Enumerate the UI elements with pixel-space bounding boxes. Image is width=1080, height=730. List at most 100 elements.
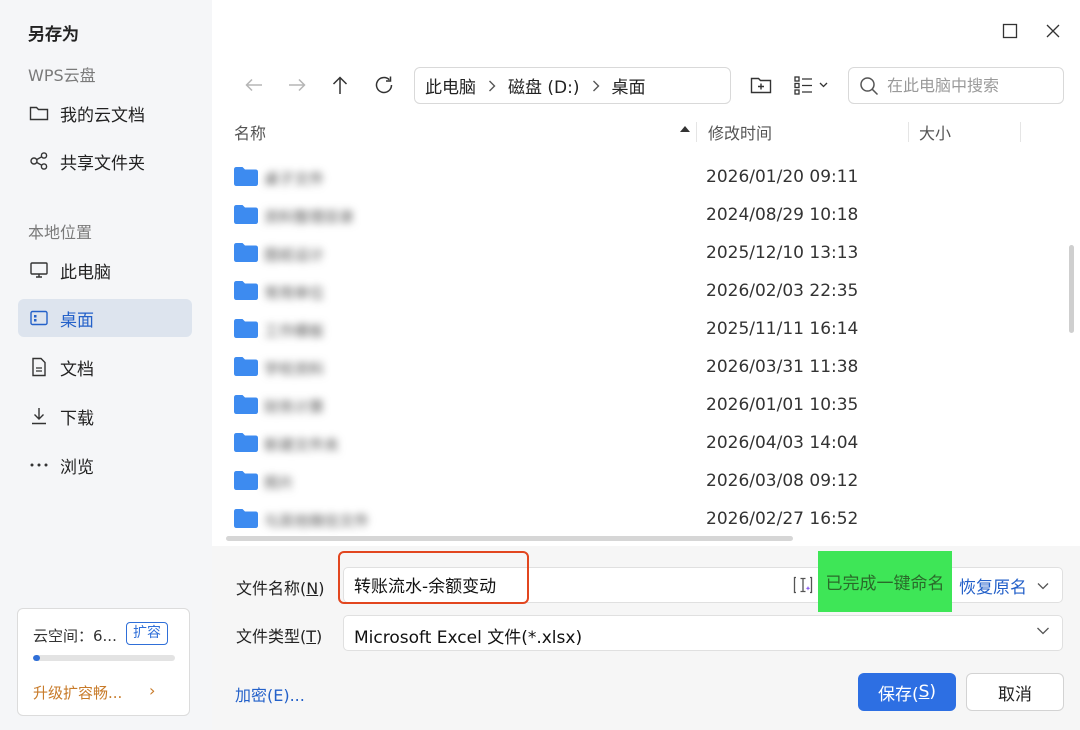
filename-accesskey: N xyxy=(306,579,319,598)
chevron-down-icon xyxy=(1037,582,1049,589)
address-bar[interactable]: 此电脑 磁盘 (D:) 桌面 xyxy=(414,67,731,104)
file-row[interactable]: 财务计算 2026/01/01 10:35 xyxy=(226,386,1066,424)
file-row[interactable]: 与其他微信文件 2026/02/27 16:52 xyxy=(226,500,1066,538)
search-input[interactable] xyxy=(887,76,1057,95)
breadcrumb-disk-d[interactable]: 磁盘 (D:) xyxy=(508,73,580,98)
new-folder-button[interactable] xyxy=(746,70,776,100)
file-name: 工作模板 xyxy=(264,322,325,340)
cloud-space-label: 云空间：6... xyxy=(33,627,117,645)
local-section-label: 本地位置 xyxy=(28,223,93,242)
restore-name-label: 恢复原名 xyxy=(959,578,1027,598)
ai-rename-icon xyxy=(793,576,813,594)
column-divider[interactable] xyxy=(696,122,697,142)
list-view-icon xyxy=(794,76,828,95)
file-row[interactable]: 资料整理目录 2024/08/29 10:18 xyxy=(226,196,1066,234)
folder-icon xyxy=(234,319,258,338)
file-row[interactable]: 学校资料 2026/03/31 11:38 xyxy=(226,348,1066,386)
folder-icon xyxy=(234,205,258,224)
chevron-right-icon[interactable]: › xyxy=(149,681,155,700)
file-name: 财务计算 xyxy=(264,398,325,416)
filename-input[interactable] xyxy=(354,574,524,594)
file-row[interactable]: 新建文件夹 2026/04/03 14:04 xyxy=(226,424,1066,462)
storage-progress-bar xyxy=(33,655,175,661)
horizontal-scrollbar[interactable] xyxy=(226,536,793,541)
close-icon xyxy=(1046,24,1060,38)
file-name: 常用单位 xyxy=(264,284,325,302)
sidebar-item-label: 桌面 xyxy=(60,310,94,331)
filename-label-text: 文件名称( xyxy=(236,579,307,598)
sort-ascending-icon xyxy=(680,126,690,132)
file-modified-date: 2024/08/29 10:18 xyxy=(706,205,859,225)
breadcrumb-desktop[interactable]: 桌面 xyxy=(612,73,646,98)
save-accesskey: S xyxy=(918,682,930,702)
refresh-button[interactable] xyxy=(369,70,399,100)
vertical-scrollbar[interactable] xyxy=(1069,245,1074,333)
forward-button[interactable] xyxy=(282,70,312,100)
sidebar-item-shared-folder[interactable]: 共享文件夹 xyxy=(18,142,192,180)
folder-icon xyxy=(234,281,258,300)
arrow-right-icon xyxy=(289,78,306,92)
column-divider[interactable] xyxy=(1020,122,1021,142)
file-row[interactable]: 工作模板 2025/11/11 16:14 xyxy=(226,310,1066,348)
save-button[interactable]: 保存(S) xyxy=(858,673,956,711)
file-name: 照片 xyxy=(264,474,295,492)
file-row[interactable]: 常用单位 2026/02/03 22:35 xyxy=(226,272,1066,310)
folder-icon xyxy=(234,471,258,490)
file-modified-date: 2026/04/03 14:04 xyxy=(706,433,859,453)
file-row[interactable]: 桌子文件 2026/01/20 09:11 xyxy=(226,158,1066,196)
up-button[interactable] xyxy=(325,70,355,100)
folder-icon xyxy=(234,509,258,528)
sidebar-item-browse[interactable]: 浏览 xyxy=(18,446,192,484)
filetype-select[interactable]: Microsoft Excel 文件(*.xlsx) xyxy=(343,615,1063,651)
column-header-modified[interactable]: 修改时间 xyxy=(708,120,772,144)
encrypt-link[interactable]: 加密(E)... xyxy=(235,682,305,706)
upgrade-storage-link[interactable]: 升级扩容畅... xyxy=(33,682,122,703)
folder-icon xyxy=(234,357,258,376)
filetype-label-text: 文件类型( xyxy=(236,627,307,646)
sidebar-item-downloads[interactable]: 下载 xyxy=(18,397,192,435)
sidebar-item-label: 我的云文档 xyxy=(60,105,145,126)
column-header-name[interactable]: 名称 xyxy=(234,120,266,144)
search-icon xyxy=(860,76,879,95)
cancel-button[interactable]: 取消 xyxy=(966,673,1064,711)
restore-name-button[interactable]: 恢复原名 xyxy=(959,573,1049,598)
sidebar-item-label: 下载 xyxy=(60,408,94,429)
file-row[interactable]: 照片 2026/03/08 09:12 xyxy=(226,462,1066,500)
back-button[interactable] xyxy=(239,70,269,100)
sidebar-item-label: 此电脑 xyxy=(60,262,111,283)
sidebar-item-documents[interactable]: 文档 xyxy=(18,348,192,386)
file-row[interactable]: 图纸设计 2025/12/10 13:13 xyxy=(226,234,1066,272)
save-label: 保存( xyxy=(877,684,919,705)
filetype-value: Microsoft Excel 文件(*.xlsx) xyxy=(354,628,583,648)
storage-progress-fill xyxy=(33,655,41,661)
arrow-left-icon xyxy=(245,78,262,92)
file-modified-date: 2025/12/10 13:13 xyxy=(706,243,859,263)
expand-storage-button[interactable]: 扩容 xyxy=(126,622,168,645)
download-icon xyxy=(28,405,50,427)
file-modified-date: 2026/02/03 22:35 xyxy=(706,281,859,301)
sidebar-item-desktop[interactable]: 桌面 xyxy=(18,299,192,337)
ai-rename-button[interactable] xyxy=(792,574,814,596)
sidebar-item-my-cloud-docs[interactable]: 我的云文档 xyxy=(18,94,192,132)
search-box[interactable] xyxy=(848,67,1064,104)
file-name: 新建文件夹 xyxy=(264,436,340,454)
filename-field[interactable] xyxy=(343,567,1063,603)
document-icon xyxy=(28,356,50,378)
view-mode-button[interactable] xyxy=(790,70,832,100)
close-button[interactable] xyxy=(1040,18,1066,44)
maximize-icon xyxy=(1002,23,1018,39)
breadcrumb-this-pc[interactable]: 此电脑 xyxy=(425,73,476,98)
more-icon xyxy=(28,454,50,476)
folder-icon xyxy=(234,395,258,414)
ai-rename-status: 已完成一键命名 xyxy=(818,551,952,612)
maximize-button[interactable] xyxy=(997,18,1023,44)
file-name: 图纸设计 xyxy=(264,246,325,264)
share-icon xyxy=(28,150,50,172)
sidebar-item-this-pc[interactable]: 此电脑 xyxy=(18,251,192,289)
folder-icon xyxy=(234,243,258,262)
filename-label: 文件名称(N) xyxy=(236,579,325,598)
column-header-size[interactable]: 大小 xyxy=(919,120,951,144)
cloud-section-label: WPS云盘 xyxy=(28,66,96,85)
sidebar-item-label: 共享文件夹 xyxy=(60,153,145,174)
column-divider[interactable] xyxy=(908,122,909,142)
